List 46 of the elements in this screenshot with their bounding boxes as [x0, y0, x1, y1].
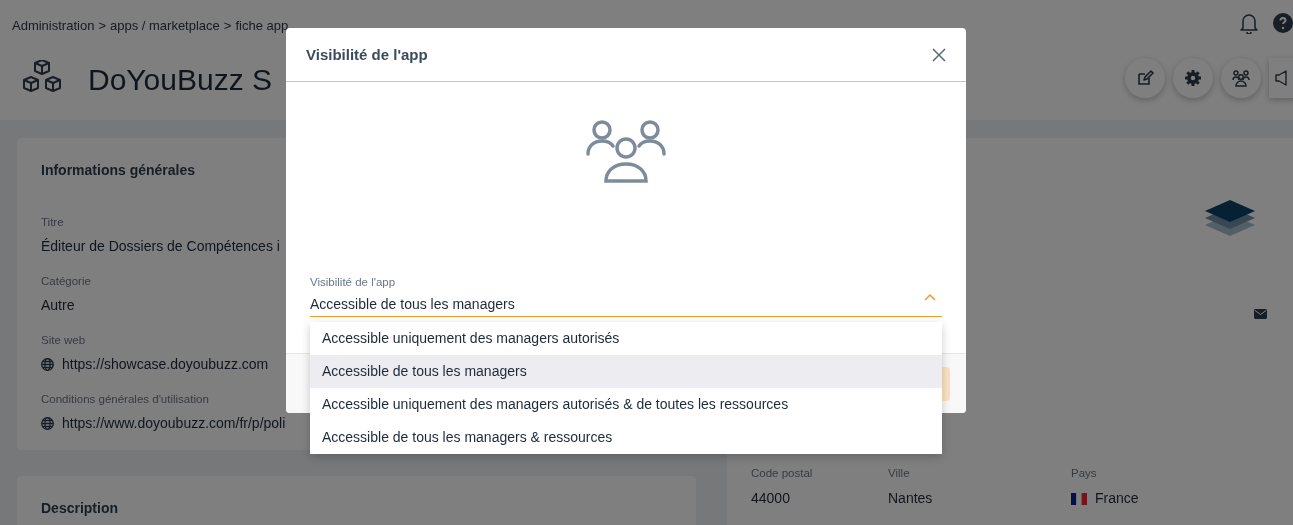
- help-icon[interactable]: [1273, 13, 1293, 33]
- card-title: Description: [41, 500, 119, 517]
- field-label: Site web: [41, 332, 86, 348]
- mail-icon: [1254, 309, 1267, 319]
- breadcrumb-link[interactable]: apps / marketplace: [109, 16, 220, 36]
- field-value: Autre: [41, 295, 75, 315]
- megaphone-icon: [1275, 70, 1289, 86]
- breadcrumb-link[interactable]: Administration: [12, 16, 95, 36]
- chevron-icon: [924, 293, 936, 301]
- card-title: Informations générales: [41, 162, 197, 179]
- close-button[interactable]: [932, 47, 946, 62]
- announce-button[interactable]: [1269, 58, 1293, 98]
- breadcrumb-link[interactable]: fiche app: [235, 16, 289, 36]
- globe-icon: [41, 416, 54, 430]
- field-value: Nantes: [888, 489, 933, 508]
- edit-button[interactable]: [1125, 58, 1165, 98]
- field-label: Code postal: [751, 466, 813, 481]
- field-value: 44000: [751, 489, 790, 508]
- settings-button[interactable]: [1173, 58, 1213, 98]
- field-label: Conditions générales d'utilisation: [41, 391, 209, 407]
- field-value: France: [1095, 489, 1139, 508]
- breadcrumb-separator: >: [223, 17, 232, 35]
- field-label: Titre: [41, 214, 64, 230]
- field-label: Ville: [888, 466, 910, 481]
- globe-icon: [41, 357, 54, 371]
- modal-title: Visibilité de l'app: [306, 45, 428, 64]
- users-icon: [585, 118, 667, 184]
- breadcrumb-separator: >: [98, 17, 106, 35]
- website-link[interactable]: https://www.doyoubuzz.com/fr/p/poli: [62, 412, 286, 434]
- users-icon: [1232, 69, 1250, 87]
- users-button[interactable]: [1221, 58, 1261, 98]
- field-value: Éditeur de Dossiers de Compétences i: [41, 236, 280, 256]
- settings-icon: [1184, 69, 1202, 87]
- dropdown-option[interactable]: Accessible de tous les managers: [310, 355, 942, 388]
- dropdown-option[interactable]: Accessible uniquement des managers autorisés: [310, 322, 942, 355]
- field-label: Catégorie: [41, 273, 91, 289]
- dropdown-option[interactable]: Accessible uniquement des managers autorisés & de toutes les ressources: [310, 388, 942, 421]
- visibility-select[interactable]: Visibilité de l'app Accessible de tous les managers: [310, 273, 942, 317]
- website-link[interactable]: https://showcase.doyoubuzz.com: [62, 353, 269, 375]
- france-flag-icon: [1071, 492, 1087, 505]
- dropdown-option[interactable]: Accessible de tous les managers & ressources: [310, 421, 942, 454]
- field-label: Pays: [1071, 466, 1097, 481]
- bell-icon[interactable]: [1239, 12, 1259, 34]
- pencil-icon: [1136, 69, 1154, 87]
- close-icon: [932, 47, 946, 62]
- page-title: DoYouBuzz S: [88, 62, 272, 98]
